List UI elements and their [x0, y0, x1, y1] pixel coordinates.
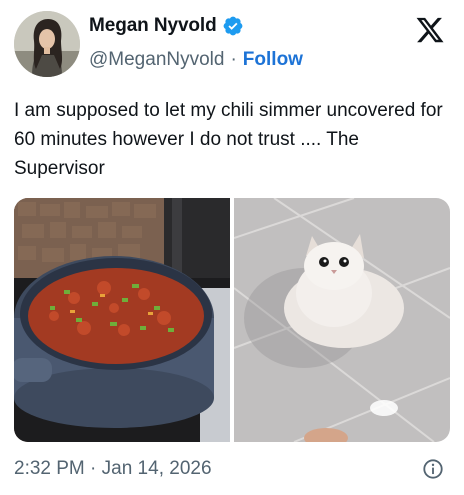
display-name[interactable]: Megan Nyvold: [89, 15, 217, 37]
x-logo-icon[interactable]: [414, 15, 446, 45]
chili-pot-image: [14, 198, 230, 442]
avatar-photo: [14, 11, 80, 77]
author-name-row: Megan Nyvold: [89, 15, 244, 37]
avatar[interactable]: [14, 11, 80, 77]
separator-dot: ·: [230, 49, 237, 70]
media-grid: [14, 198, 450, 442]
follow-button[interactable]: Follow: [243, 49, 303, 71]
tweet-text: I am supposed to let my chili simmer unc…: [14, 100, 443, 179]
media-photo-chili-pot[interactable]: [14, 198, 230, 442]
cat-supervisor-image: [234, 198, 450, 442]
media-photo-cat[interactable]: [234, 198, 450, 442]
info-icon[interactable]: [422, 458, 444, 480]
tweet-card: Megan Nyvold @MeganNyvold · Follow I am …: [0, 0, 464, 495]
author-handle-row: @MeganNyvold · Follow: [89, 49, 303, 71]
tweet-timestamp[interactable]: 2:32 PM · Jan 14, 2026: [14, 458, 212, 480]
author-handle[interactable]: @MeganNyvold: [89, 49, 224, 71]
verified-badge-icon: [223, 16, 243, 36]
